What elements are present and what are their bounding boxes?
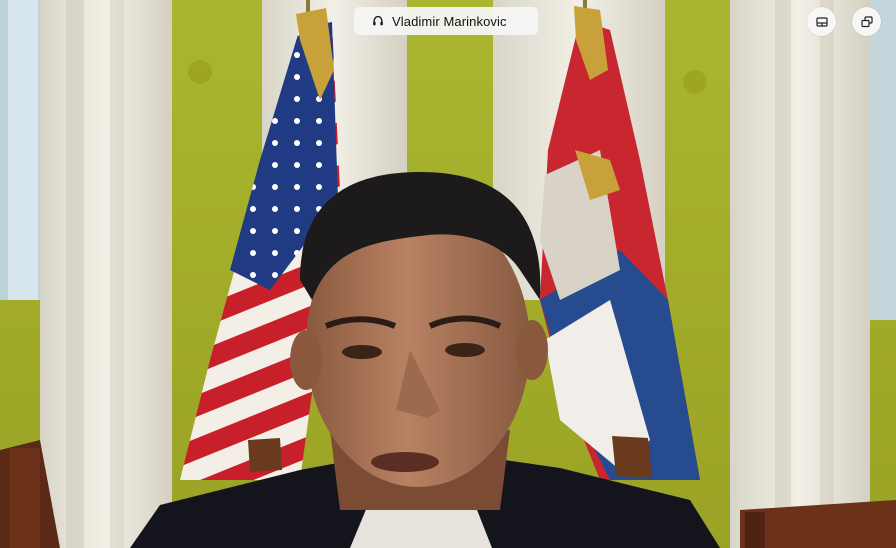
video-feed [0, 0, 896, 548]
pop-out-window-button[interactable] [852, 7, 881, 36]
gallery-view-button[interactable] [807, 7, 836, 36]
video-frame [0, 0, 896, 548]
gallery-view-icon [815, 16, 828, 28]
headphones-icon [372, 15, 384, 27]
pop-out-window-icon [860, 15, 873, 28]
participant-name: Vladimir Marinkovic [392, 13, 507, 29]
participant-name-label: Vladimir Marinkovic [354, 7, 538, 35]
